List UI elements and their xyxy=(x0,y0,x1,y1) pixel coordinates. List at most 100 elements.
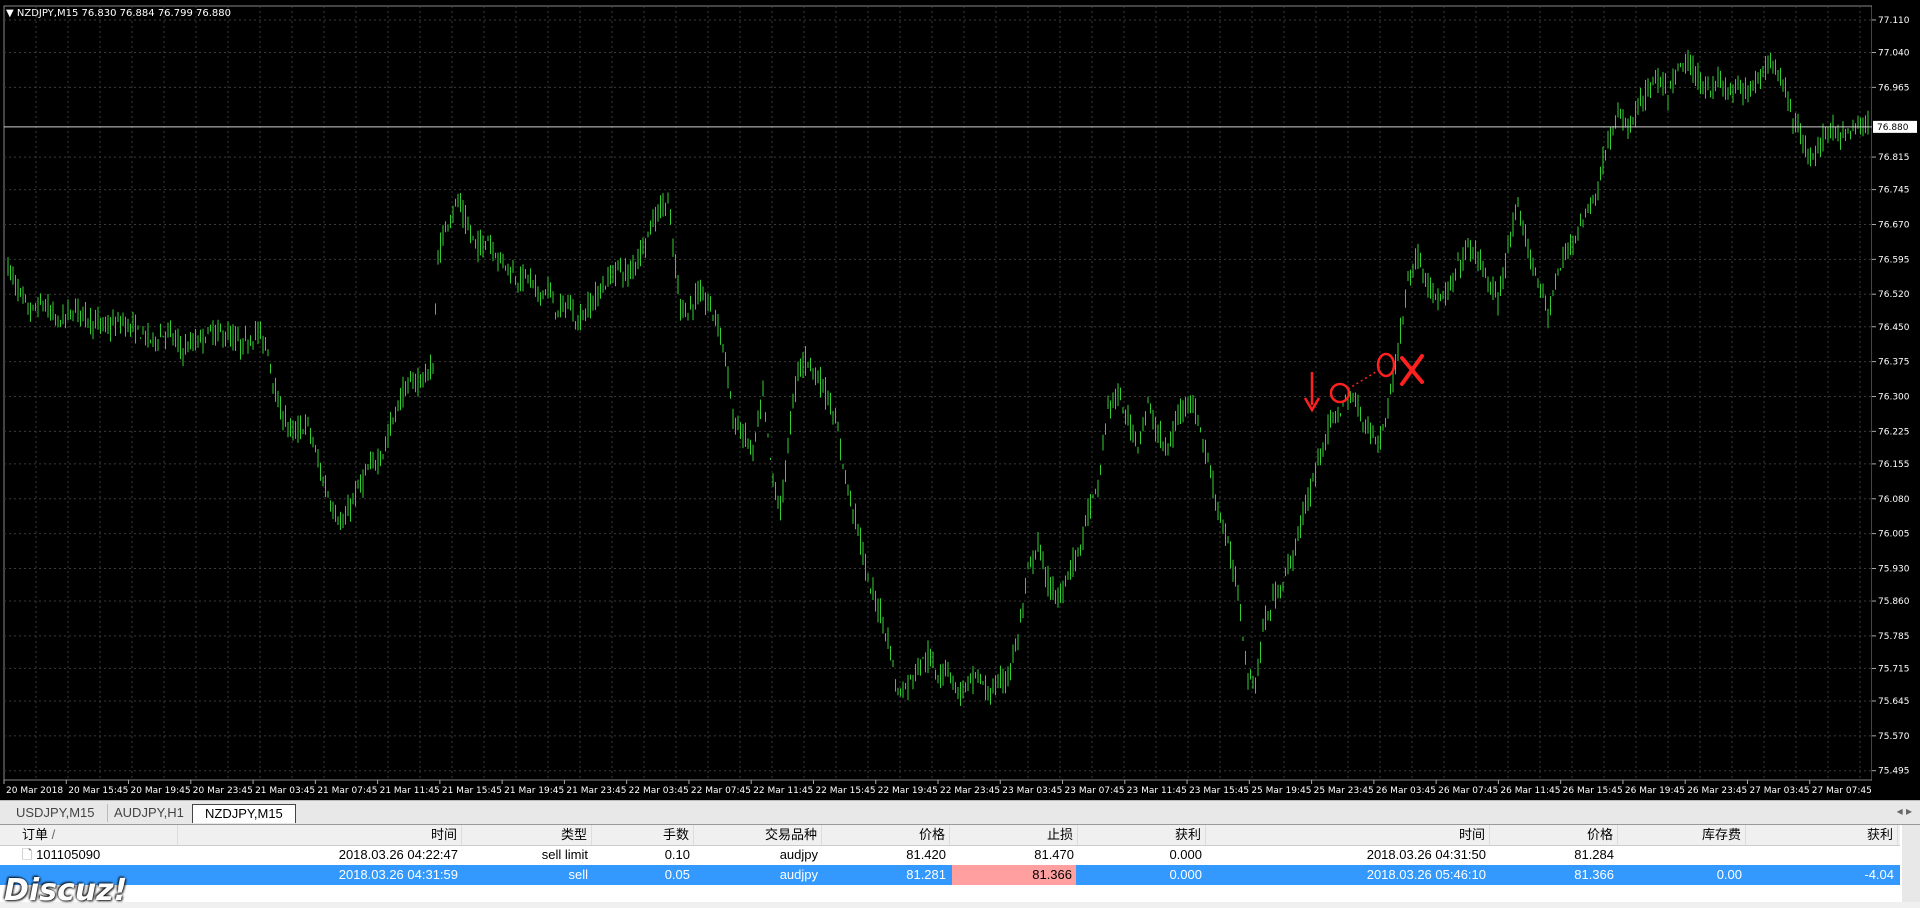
price-tick-label: 76.155 xyxy=(1878,460,1910,470)
time-tick-label: 22 Mar 15:45 xyxy=(815,786,875,796)
price-tick-label: 76.005 xyxy=(1878,530,1910,540)
time-axis: 20 Mar 2018 20 Mar 15:45 20 Mar 19:45 20 Ma… xyxy=(3,780,1872,796)
time-tick-label: 22 Mar 23:45 xyxy=(940,786,1000,796)
time-tick-label: 21 Mar 07:45 xyxy=(317,786,377,796)
trade-link-line xyxy=(1347,369,1380,390)
price-tick-label: 76.375 xyxy=(1878,358,1910,368)
chart-tab-bar: USDJPY,M15 AUDJPY,H1 NZDJPY,M15 ◂ ▸ xyxy=(0,800,1920,825)
tab-nzdjpy-m15[interactable]: NZDJPY,M15 xyxy=(192,804,296,823)
header-sl[interactable]: 止损 xyxy=(950,825,1078,845)
order-symbol: audjpy xyxy=(779,847,818,862)
order-close-price: 81.366 xyxy=(1574,867,1614,882)
time-tick-label: 20 Mar 15:45 xyxy=(68,786,128,796)
header-swap[interactable]: 库存费 xyxy=(1618,825,1746,845)
time-tick-label: 20 Mar 23:45 xyxy=(193,786,253,796)
price-tick-label: 75.715 xyxy=(1878,664,1910,674)
orders-header: 订单 / 时间 类型 手数 交易品种 价格 止损 获利 时间 价格 库存费 获利 xyxy=(0,825,1900,846)
order-tp: 0.000 xyxy=(1169,867,1202,882)
time-tick-label: 23 Mar 07:45 xyxy=(1065,786,1125,796)
time-tick-label: 22 Mar 19:45 xyxy=(878,786,938,796)
tab-scroll-icon[interactable]: ◂ ▸ xyxy=(1897,804,1912,818)
order-time: 2018.03.26 04:31:59 xyxy=(338,867,458,882)
chart-canvas: 77.110 77.040 76.965 76.815 76.745 76.670 76.5… xyxy=(3,0,1920,796)
time-tick-label: 26 Mar 11:45 xyxy=(1500,786,1560,796)
price-tick-label: 76.300 xyxy=(1878,392,1910,402)
price-tick-label: 75.570 xyxy=(1878,732,1910,742)
order-type: sell xyxy=(568,867,588,882)
price-tick-label: 75.860 xyxy=(1878,597,1910,607)
time-tick-label: 23 Mar 03:45 xyxy=(1002,786,1062,796)
tab-usdjpy-m15[interactable]: USDJPY,M15 xyxy=(4,804,108,822)
time-tick-label: 27 Mar 03:45 xyxy=(1749,786,1809,796)
time-tick-label: 23 Mar 11:45 xyxy=(1127,786,1187,796)
order-id: 🗋 101105090 xyxy=(22,847,101,862)
price-tick-label: 76.450 xyxy=(1878,323,1910,333)
time-tick-label: 26 Mar 07:45 xyxy=(1438,786,1498,796)
tab-audjpy-h1[interactable]: AUDJPY,H1 xyxy=(102,804,197,822)
watermark-logo: Discuz! xyxy=(4,873,128,908)
header-profit[interactable]: 获利 xyxy=(1746,825,1898,845)
order-row-selected[interactable]: 2018.03.26 04:31:59 sell 0.05 audjpy 81.… xyxy=(0,865,1900,885)
price-tick-label: 77.110 xyxy=(1878,16,1910,26)
candle-series xyxy=(7,49,1869,706)
price-tick-label: 76.595 xyxy=(1878,255,1910,265)
order-lots: 0.05 xyxy=(664,867,690,882)
header-close-price[interactable]: 价格 xyxy=(1490,825,1618,845)
order-close-price: 81.284 xyxy=(1574,847,1614,862)
header-lots[interactable]: 手数 xyxy=(592,825,694,845)
time-tick-label: 26 Mar 23:45 xyxy=(1687,786,1747,796)
price-tick-label: 76.965 xyxy=(1878,83,1910,93)
header-price[interactable]: 价格 xyxy=(822,825,950,845)
stop-circle-icon xyxy=(1376,352,1396,378)
order-row-partial[interactable] xyxy=(0,885,1900,902)
header-close-time[interactable]: 时间 xyxy=(1206,825,1490,845)
time-tick-label: 26 Mar 19:45 xyxy=(1625,786,1685,796)
order-price: 81.281 xyxy=(906,867,946,882)
header-time[interactable]: 时间 xyxy=(180,825,462,845)
price-tick-label: 76.815 xyxy=(1878,153,1910,163)
price-tick-label: 77.040 xyxy=(1878,48,1910,58)
price-tick-label: 75.495 xyxy=(1878,767,1910,777)
entry-circle-icon xyxy=(1329,382,1351,404)
price-tick-label: 76.670 xyxy=(1878,220,1910,230)
time-tick-label: 25 Mar 19:45 xyxy=(1251,786,1311,796)
time-tick-label: 21 Mar 19:45 xyxy=(504,786,564,796)
price-chart[interactable]: ▼ NZDJPY,M15 76.830 76.884 76.799 76.880… xyxy=(0,0,1920,800)
time-tick-label: 20 Mar 2018 xyxy=(6,786,63,796)
header-symbol[interactable]: 交易品种 xyxy=(694,825,822,845)
order-price: 81.420 xyxy=(906,847,946,862)
order-swap: 0.00 xyxy=(1716,867,1742,882)
time-tick-label: 21 Mar 23:45 xyxy=(566,786,626,796)
time-tick-label: 22 Mar 07:45 xyxy=(691,786,751,796)
time-tick-label: 22 Mar 11:45 xyxy=(753,786,813,796)
order-close-time: 2018.03.26 04:31:50 xyxy=(1366,847,1486,862)
order-sl: 81.470 xyxy=(1034,847,1074,862)
time-tick-label: 26 Mar 03:45 xyxy=(1376,786,1436,796)
time-tick-label: 27 Mar 07:45 xyxy=(1812,786,1872,796)
order-sl: 81.366 xyxy=(952,865,1076,885)
order-time: 2018.03.26 04:22:47 xyxy=(338,847,458,862)
price-tick-label: 75.645 xyxy=(1878,697,1910,707)
order-close-time: 2018.03.26 05:46:10 xyxy=(1366,867,1486,882)
annotation-layer xyxy=(4,126,1872,413)
header-order[interactable]: 订单 / xyxy=(18,825,178,845)
order-type: sell limit xyxy=(541,847,588,862)
price-tick-label: 75.785 xyxy=(1878,632,1910,642)
price-tick-label: 76.745 xyxy=(1878,186,1910,196)
time-tick-label: 20 Mar 19:45 xyxy=(131,786,191,796)
time-tick-label: 26 Mar 15:45 xyxy=(1563,786,1623,796)
orders-panel: 订单 / 时间 类型 手数 交易品种 价格 止损 获利 时间 价格 库存费 获利… xyxy=(0,824,1920,908)
time-tick-label: 23 Mar 15:45 xyxy=(1189,786,1249,796)
order-row[interactable]: 🗋 101105090 2018.03.26 04:22:47 sell lim… xyxy=(0,845,1900,865)
orders-scrollbar[interactable] xyxy=(1902,825,1920,902)
price-tick-label: 76.080 xyxy=(1878,495,1910,505)
price-tick-label: 76.225 xyxy=(1878,427,1910,437)
header-type[interactable]: 类型 xyxy=(462,825,592,845)
chart-grid xyxy=(3,5,1873,781)
header-tp[interactable]: 获利 xyxy=(1078,825,1206,845)
order-profit xyxy=(1746,845,1898,865)
order-tp: 0.000 xyxy=(1169,847,1202,862)
order-swap xyxy=(1618,845,1746,865)
chart-info-label: ▼ NZDJPY,M15 76.830 76.884 76.799 76.880 xyxy=(6,8,231,19)
time-tick-label: 22 Mar 03:45 xyxy=(629,786,689,796)
